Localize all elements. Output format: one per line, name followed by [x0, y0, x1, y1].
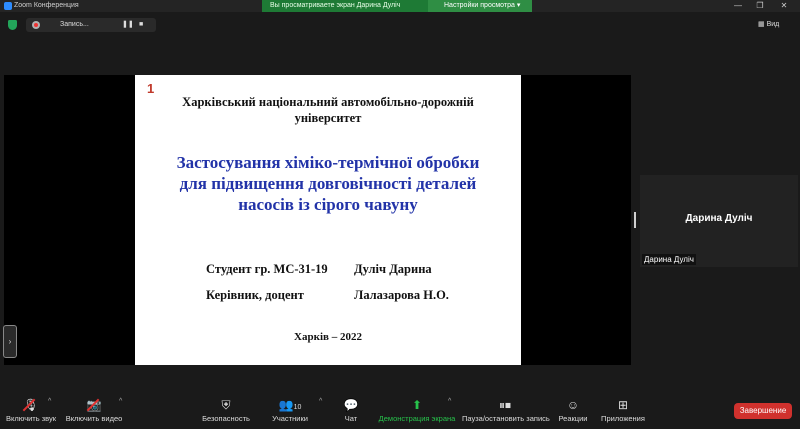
share-banner-text: Вы просматриваете экран Дарина Дуліч — [270, 2, 401, 9]
pause-recording-button[interactable]: ❚❚ — [122, 18, 134, 32]
security-button[interactable]: ⛨ Безопасность — [198, 396, 254, 423]
chat-button[interactable]: 💬 Чат — [338, 396, 364, 423]
presentation-slide: 1 Харківський національний автомобільно-… — [135, 75, 521, 365]
chevron-right-icon[interactable]: › — [3, 325, 17, 358]
share-screen-label: Демонстрация экрана — [378, 414, 456, 423]
slide-number: 1 — [147, 81, 155, 96]
minimize-button[interactable]: — — [730, 0, 746, 12]
pause-stop-recording-button[interactable]: ⏸⏹ Пауза/остановить запись — [462, 396, 550, 423]
view-button-label: Вид — [766, 21, 780, 28]
start-video-label: Включить видео — [65, 414, 123, 423]
reactions-label: Реакции — [558, 414, 588, 423]
pause-stop-recording-label: Пауза/остановить запись — [462, 414, 550, 423]
reactions-button[interactable]: ☺ Реакции — [556, 396, 590, 423]
window-title: Zoom Конференция — [14, 2, 79, 9]
chevron-up-icon[interactable]: ^ — [119, 398, 122, 405]
participants-label: Участники — [272, 414, 308, 423]
start-video-button[interactable]: 📷 Включить видео — [64, 396, 124, 423]
supervisor-label: Керівник, доцент — [206, 288, 304, 302]
city-year: Харків – 2022 — [294, 331, 362, 343]
slide-title-line3: насосів із сірого чавуну — [238, 195, 418, 214]
chevron-down-icon: ▾ — [516, 2, 521, 9]
unmute-label: Включить звук — [5, 414, 57, 423]
supervisor-name: Лалазарова Н.О. — [354, 288, 449, 302]
emoji-plus-icon: ☺ — [566, 398, 580, 412]
apps-button[interactable]: ⊞ Приложения — [599, 396, 647, 423]
pause-stop-icon: ⏸⏹ — [498, 398, 511, 412]
slide-title-line1: Застосування хіміко-термічної обробки — [176, 153, 480, 172]
chat-label: Чат — [344, 414, 358, 423]
chevron-up-icon[interactable]: ^ — [319, 398, 322, 405]
view-options-button[interactable]: Настройки просмотра ▾ — [428, 0, 532, 12]
chat-bubble-icon: 💬 — [343, 398, 359, 412]
close-button[interactable]: ✕ — [776, 0, 792, 12]
participant-name-label: Дарина Дуліч — [642, 254, 696, 265]
apps-label: Приложения — [601, 414, 645, 423]
student-label: Студент гр. МС-31-19 — [206, 262, 328, 276]
end-meeting-button[interactable]: Завершение — [734, 403, 792, 419]
share-screen-button[interactable]: ⬆ Демонстрация экрана — [378, 396, 456, 423]
encryption-shield-icon[interactable] — [8, 20, 17, 30]
grid-icon: ▦ — [758, 21, 765, 28]
video-camera-off-icon: 📷 — [86, 398, 102, 412]
slide-title-line2: для підвищення довговічності деталей — [179, 174, 477, 193]
student-name: Дуліч Дарина — [354, 262, 432, 276]
share-screen-icon: ⬆ — [411, 398, 423, 412]
university-name-line2: університет — [294, 111, 362, 125]
chevron-up-icon[interactable]: ^ — [448, 398, 451, 405]
view-button[interactable]: ▦ Вид — [758, 18, 779, 32]
view-options-label: Настройки просмотра — [444, 2, 515, 9]
maximize-button[interactable]: ❐ — [752, 0, 768, 12]
zoom-app-icon — [4, 2, 12, 10]
university-name-line1: Харківський національний автомобільно-до… — [182, 95, 474, 109]
shield-icon: ⛨ — [221, 398, 231, 412]
stop-recording-button[interactable]: ■ — [139, 18, 143, 32]
participants-count: 10 — [293, 404, 302, 411]
participant-display-name: Дарина Дуліч — [685, 213, 753, 224]
recording-label: Запись... — [60, 21, 89, 28]
record-dot-icon — [32, 21, 40, 29]
security-label: Безопасность — [202, 414, 250, 423]
panel-resize-handle[interactable] — [634, 212, 636, 228]
participants-button[interactable]: 👥10 Участники — [268, 396, 312, 423]
chevron-up-icon[interactable]: ^ — [48, 398, 51, 405]
apps-grid-icon: ⊞ — [617, 398, 629, 412]
recording-indicator — [26, 18, 156, 32]
participants-icon: 👥10 — [278, 398, 302, 412]
